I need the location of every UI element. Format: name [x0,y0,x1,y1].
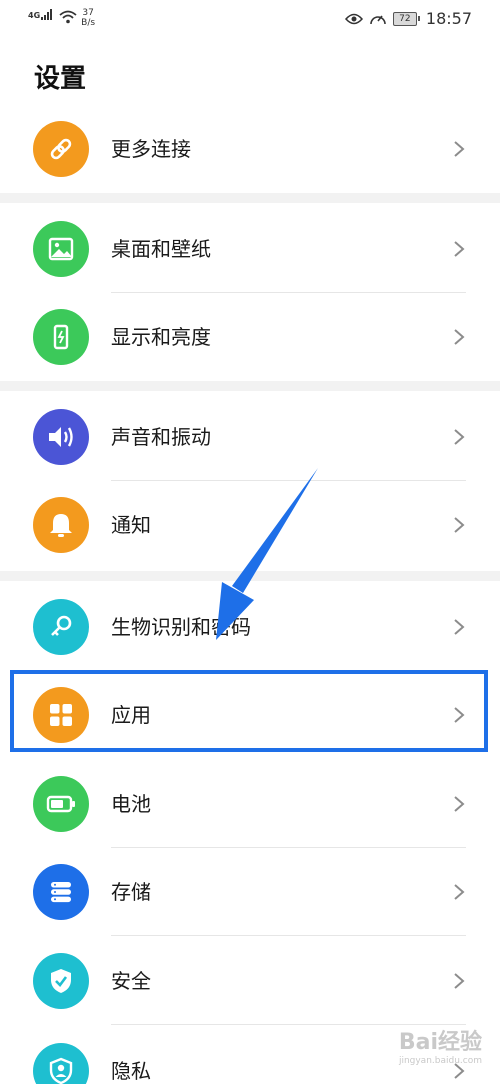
settings-item-label: 电池 [111,792,151,816]
status-right: 72 18:57 [344,9,472,28]
network-speed-value: 37 [82,8,94,18]
speaker-icon [33,409,89,465]
watermark: Bai经验 jingyan.baidu.com [399,1024,482,1066]
speedometer-icon [370,15,386,24]
privacy-user-shield-icon [33,1043,89,1084]
chevron-right-icon [454,884,465,900]
watermark-logo: Bai经验 [398,1030,482,1055]
wifi-icon [59,10,77,24]
chevron-right-icon [454,241,465,257]
key-icon [33,599,89,655]
settings-item-label: 隐私 [111,1059,151,1083]
settings-item-display-brightness[interactable]: 显示和亮度 [0,293,500,381]
network-type: 4G [28,11,41,20]
bell-icon [33,497,89,553]
settings-item-desktop-wallpaper[interactable]: 桌面和壁纸 [0,205,500,293]
chevron-right-icon [454,429,465,445]
settings-item-label: 显示和亮度 [111,325,211,349]
settings-item-label: 更多连接 [111,137,191,161]
settings-item-more-connections[interactable]: 更多连接 [0,105,500,193]
battery-tip [417,16,420,21]
group-separator [0,571,500,581]
shield-check-icon [33,953,89,1009]
settings-item-biometrics-password[interactable]: 生物识别和密码 [0,583,500,671]
settings-item-label: 应用 [111,703,151,727]
eye-comfort-icon [344,13,363,24]
chevron-right-icon [454,707,465,723]
battery-indicator: 72 [392,11,420,26]
settings-item-label: 通知 [111,513,151,537]
chevron-right-icon [454,517,465,533]
settings-item-label: 安全 [111,969,151,993]
row-divider [111,935,466,936]
settings-item-sound-vibration[interactable]: 声音和振动 [0,393,500,481]
clock: 18:57 [425,9,472,28]
image-icon [33,221,89,277]
network-indicator: 4G [28,8,55,20]
status-left: 4G 37 B/s [28,8,95,28]
chevron-right-icon [454,973,465,989]
network-speed: 37 B/s [81,8,95,28]
apps-grid-icon [33,687,89,743]
chevron-right-icon [454,141,465,157]
network-speed-unit: B/s [81,18,96,28]
status-bar: 4G 37 B/s 72 18:57 [0,0,500,36]
page-title: 设置 [34,64,87,94]
settings-item-apps[interactable]: 应用 [0,671,500,759]
storage-icon [33,864,89,920]
settings-item-label: 桌面和壁纸 [111,237,211,261]
chevron-right-icon [454,619,465,635]
settings-item-storage[interactable]: 存储 [0,848,500,936]
settings-item-label: 声音和振动 [111,425,211,449]
settings-item-security[interactable]: 安全 [0,937,500,1025]
settings-screen: 4G 37 B/s 72 18:57 设置 更多连接 桌面和壁纸 显示和亮度 声… [0,0,500,1084]
group-separator [0,193,500,203]
settings-item-label: 存储 [111,880,151,904]
group-separator [0,381,500,391]
phone-brightness-icon [33,309,89,365]
settings-item-notifications[interactable]: 通知 [0,481,500,569]
watermark-url: jingyan.baidu.com [398,1056,482,1066]
signal-icon [41,9,53,20]
battery-level: 72 [392,11,417,26]
settings-item-label: 生物识别和密码 [111,615,251,639]
battery-icon [33,776,89,832]
chevron-right-icon [454,329,465,345]
link-icon [33,121,89,177]
settings-item-battery[interactable]: 电池 [0,760,500,848]
chevron-right-icon [454,796,465,812]
